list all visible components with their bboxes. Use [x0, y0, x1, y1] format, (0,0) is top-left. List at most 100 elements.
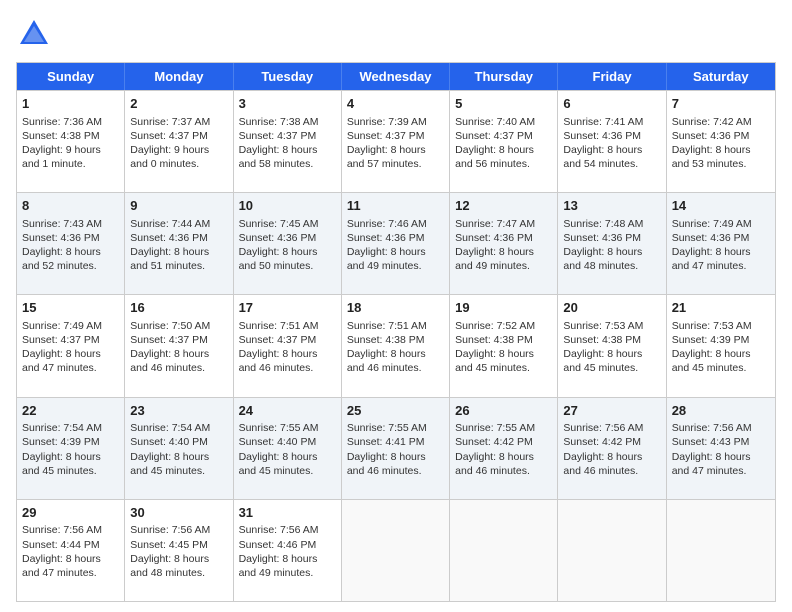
cal-cell: 25 Sunrise: 7:55 AM Sunset: 4:41 PM Dayli… [342, 398, 450, 499]
day-number: 17 [239, 299, 336, 317]
day-info: Sunrise: 7:39 AM Sunset: 4:37 PM Dayligh… [347, 116, 427, 171]
day-info: Sunrise: 7:55 AM Sunset: 4:40 PM Dayligh… [239, 422, 319, 477]
day-number: 13 [563, 197, 660, 215]
day-info: Sunrise: 7:56 AM Sunset: 4:43 PM Dayligh… [672, 422, 752, 477]
day-info: Sunrise: 7:51 AM Sunset: 4:38 PM Dayligh… [347, 320, 427, 375]
day-number: 9 [130, 197, 227, 215]
day-number: 7 [672, 95, 770, 113]
cal-cell: 12 Sunrise: 7:47 AM Sunset: 4:36 PM Dayli… [450, 193, 558, 294]
day-info: Sunrise: 7:38 AM Sunset: 4:37 PM Dayligh… [239, 116, 319, 171]
week-row-1: 1 Sunrise: 7:36 AM Sunset: 4:38 PM Daylig… [17, 90, 775, 192]
cal-cell: 6Sunrise: 7:41 AM Sunset: 4:36 PM Daylig… [558, 91, 666, 192]
header-day-friday: Friday [558, 63, 666, 90]
cal-cell: 28Sunrise: 7:56 AM Sunset: 4:43 PM Dayli… [667, 398, 775, 499]
page: SundayMondayTuesdayWednesdayThursdayFrid… [0, 0, 792, 612]
day-info: Sunrise: 7:56 AM Sunset: 4:44 PM Dayligh… [22, 524, 102, 579]
day-info: Sunrise: 7:43 AM Sunset: 4:36 PM Dayligh… [22, 218, 102, 273]
day-number: 25 [347, 402, 444, 420]
day-number: 21 [672, 299, 770, 317]
calendar-header: SundayMondayTuesdayWednesdayThursdayFrid… [17, 63, 775, 90]
day-number: 29 [22, 504, 119, 522]
day-number: 14 [672, 197, 770, 215]
day-number: 12 [455, 197, 552, 215]
cal-cell: 3 Sunrise: 7:38 AM Sunset: 4:37 PM Daylig… [234, 91, 342, 192]
day-info: Sunrise: 7:45 AM Sunset: 4:36 PM Dayligh… [239, 218, 319, 273]
day-info: Sunrise: 7:54 AM Sunset: 4:39 PM Dayligh… [22, 422, 102, 477]
day-info: Sunrise: 7:49 AM Sunset: 4:37 PM Dayligh… [22, 320, 102, 375]
cal-cell: 21 Sunrise: 7:53 AM Sunset: 4:39 PM Dayli… [667, 295, 775, 396]
cal-cell: 10Sunrise: 7:45 AM Sunset: 4:36 PM Dayli… [234, 193, 342, 294]
cal-cell: 5 Sunrise: 7:40 AM Sunset: 4:37 PM Daylig… [450, 91, 558, 192]
week-row-5: 29 Sunrise: 7:56 AM Sunset: 4:44 PM Dayli… [17, 499, 775, 601]
logo-icon [16, 16, 52, 52]
day-number: 26 [455, 402, 552, 420]
day-number: 3 [239, 95, 336, 113]
day-number: 22 [22, 402, 119, 420]
cal-cell [558, 500, 666, 601]
cal-cell [667, 500, 775, 601]
day-info: Sunrise: 7:46 AM Sunset: 4:36 PM Dayligh… [347, 218, 427, 273]
day-number: 19 [455, 299, 552, 317]
cal-cell: 29 Sunrise: 7:56 AM Sunset: 4:44 PM Dayli… [17, 500, 125, 601]
day-info: Sunrise: 7:55 AM Sunset: 4:42 PM Dayligh… [455, 422, 535, 477]
header-day-thursday: Thursday [450, 63, 558, 90]
day-info: Sunrise: 7:51 AM Sunset: 4:37 PM Dayligh… [239, 320, 319, 375]
day-number: 27 [563, 402, 660, 420]
day-number: 1 [22, 95, 119, 113]
week-row-2: 8 Sunrise: 7:43 AM Sunset: 4:36 PM Daylig… [17, 192, 775, 294]
cal-cell [450, 500, 558, 601]
day-info: Sunrise: 7:56 AM Sunset: 4:42 PM Dayligh… [563, 422, 643, 477]
calendar: SundayMondayTuesdayWednesdayThursdayFrid… [16, 62, 776, 602]
day-info: Sunrise: 7:54 AM Sunset: 4:40 PM Dayligh… [130, 422, 210, 477]
day-info: Sunrise: 7:48 AM Sunset: 4:36 PM Dayligh… [563, 218, 643, 273]
day-number: 24 [239, 402, 336, 420]
week-row-3: 15 Sunrise: 7:49 AM Sunset: 4:37 PM Dayli… [17, 294, 775, 396]
day-number: 23 [130, 402, 227, 420]
cal-cell: 27 Sunrise: 7:56 AM Sunset: 4:42 PM Dayli… [558, 398, 666, 499]
day-number: 18 [347, 299, 444, 317]
cal-cell: 4 Sunrise: 7:39 AM Sunset: 4:37 PM Daylig… [342, 91, 450, 192]
day-info: Sunrise: 7:56 AM Sunset: 4:45 PM Dayligh… [130, 524, 210, 579]
day-info: Sunrise: 7:42 AM Sunset: 4:36 PM Dayligh… [672, 116, 752, 171]
day-info: Sunrise: 7:40 AM Sunset: 4:37 PM Dayligh… [455, 116, 535, 171]
day-info: Sunrise: 7:55 AM Sunset: 4:41 PM Dayligh… [347, 422, 427, 477]
day-info: Sunrise: 7:37 AM Sunset: 4:37 PM Dayligh… [130, 116, 210, 171]
cal-cell: 19Sunrise: 7:52 AM Sunset: 4:38 PM Dayli… [450, 295, 558, 396]
day-info: Sunrise: 7:53 AM Sunset: 4:39 PM Dayligh… [672, 320, 752, 375]
day-info: Sunrise: 7:53 AM Sunset: 4:38 PM Dayligh… [563, 320, 643, 375]
day-info: Sunrise: 7:36 AM Sunset: 4:38 PM Dayligh… [22, 116, 102, 171]
cal-cell: 26 Sunrise: 7:55 AM Sunset: 4:42 PM Dayli… [450, 398, 558, 499]
cal-cell: 22 Sunrise: 7:54 AM Sunset: 4:39 PM Dayli… [17, 398, 125, 499]
header-day-monday: Monday [125, 63, 233, 90]
day-info: Sunrise: 7:56 AM Sunset: 4:46 PM Dayligh… [239, 524, 319, 579]
day-info: Sunrise: 7:49 AM Sunset: 4:36 PM Dayligh… [672, 218, 752, 273]
cal-cell: 7 Sunrise: 7:42 AM Sunset: 4:36 PM Daylig… [667, 91, 775, 192]
day-number: 8 [22, 197, 119, 215]
day-number: 20 [563, 299, 660, 317]
day-number: 30 [130, 504, 227, 522]
day-number: 16 [130, 299, 227, 317]
cal-cell: 15 Sunrise: 7:49 AM Sunset: 4:37 PM Dayli… [17, 295, 125, 396]
cal-cell [342, 500, 450, 601]
cal-cell: 11 Sunrise: 7:46 AM Sunset: 4:36 PM Dayli… [342, 193, 450, 294]
day-number: 11 [347, 197, 444, 215]
cal-cell: 1 Sunrise: 7:36 AM Sunset: 4:38 PM Daylig… [17, 91, 125, 192]
day-info: Sunrise: 7:50 AM Sunset: 4:37 PM Dayligh… [130, 320, 210, 375]
day-info: Sunrise: 7:41 AM Sunset: 4:36 PM Dayligh… [563, 116, 643, 171]
day-number: 4 [347, 95, 444, 113]
day-info: Sunrise: 7:47 AM Sunset: 4:36 PM Dayligh… [455, 218, 535, 273]
header-day-tuesday: Tuesday [234, 63, 342, 90]
day-number: 2 [130, 95, 227, 113]
day-number: 31 [239, 504, 336, 522]
cal-cell: 9Sunrise: 7:44 AM Sunset: 4:36 PM Daylig… [125, 193, 233, 294]
day-number: 5 [455, 95, 552, 113]
cal-cell: 8 Sunrise: 7:43 AM Sunset: 4:36 PM Daylig… [17, 193, 125, 294]
cal-cell: 23 Sunrise: 7:54 AM Sunset: 4:40 PM Dayli… [125, 398, 233, 499]
cal-cell: 13 Sunrise: 7:48 AM Sunset: 4:36 PM Dayli… [558, 193, 666, 294]
cal-cell: 2 Sunrise: 7:37 AM Sunset: 4:37 PM Daylig… [125, 91, 233, 192]
day-number: 15 [22, 299, 119, 317]
header [16, 16, 776, 52]
cal-cell: 30 Sunrise: 7:56 AM Sunset: 4:45 PM Dayli… [125, 500, 233, 601]
cal-cell: 18 Sunrise: 7:51 AM Sunset: 4:38 PM Dayli… [342, 295, 450, 396]
header-day-wednesday: Wednesday [342, 63, 450, 90]
